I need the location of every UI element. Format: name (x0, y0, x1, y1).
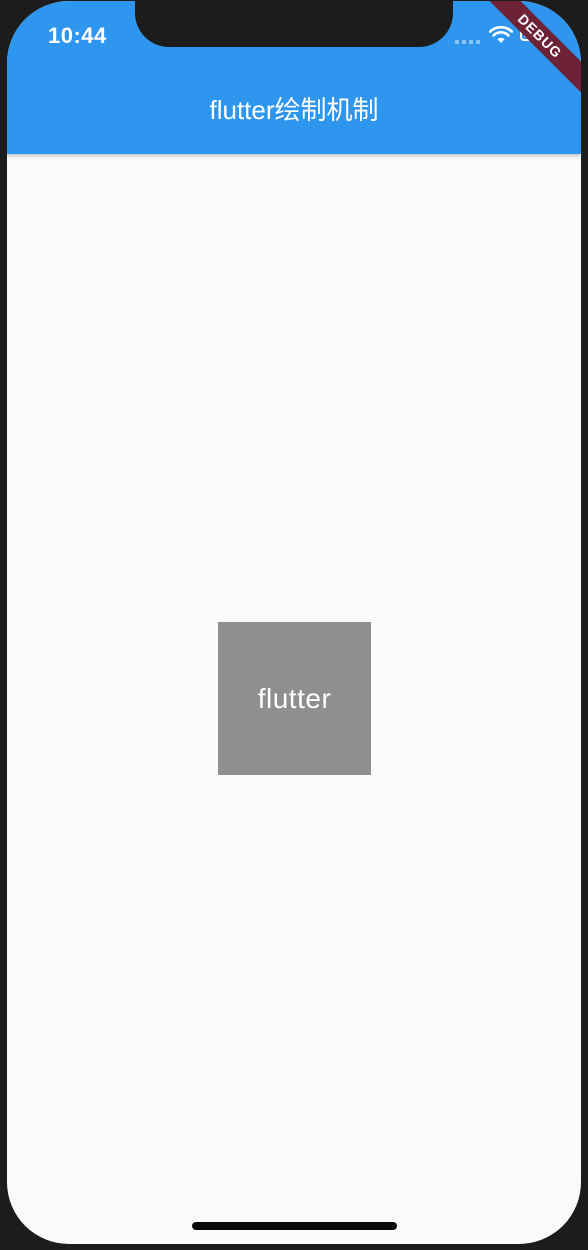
device-notch (135, 1, 453, 47)
status-time: 10:44 (48, 23, 107, 48)
device-frame: flutter绘制机制 10:44 DEBUG flutter (0, 0, 588, 1250)
signal-icon (455, 40, 480, 44)
app-screen: flutter绘制机制 10:44 DEBUG flutter (7, 1, 581, 1244)
wifi-icon (489, 26, 513, 43)
home-indicator[interactable] (192, 1222, 397, 1230)
flutter-box: flutter (218, 622, 371, 775)
page-title: flutter绘制机制 (209, 95, 379, 125)
box-label: flutter (257, 682, 332, 714)
